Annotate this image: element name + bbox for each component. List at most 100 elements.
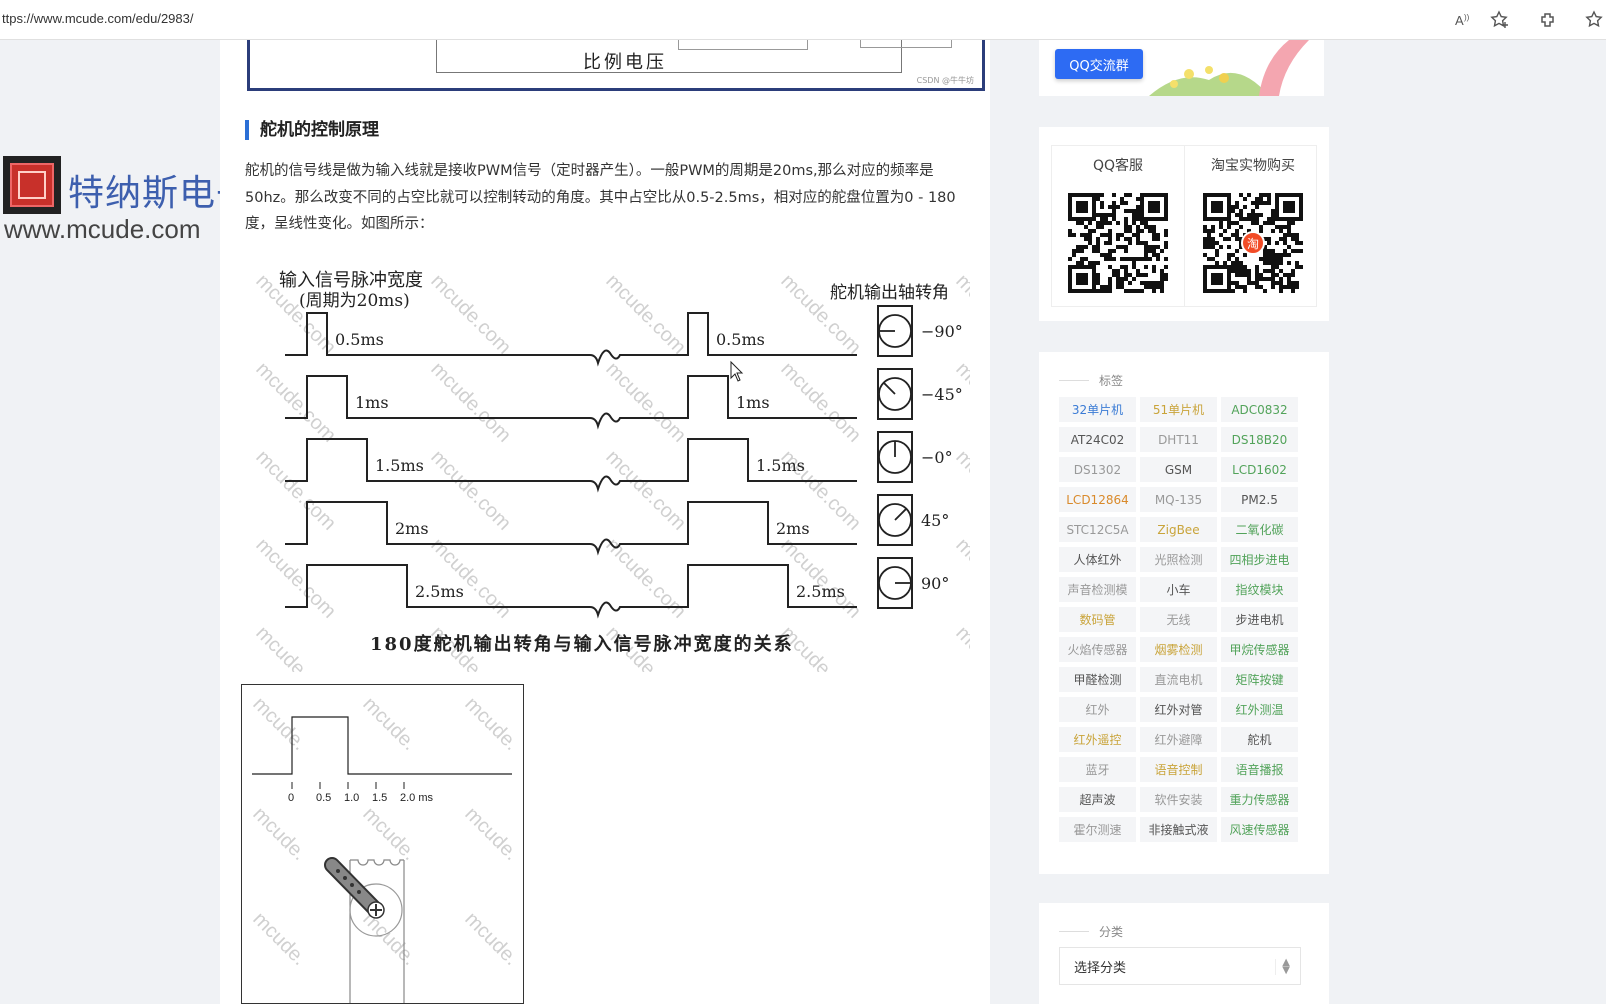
tag-link[interactable]: 声音检测模 — [1059, 577, 1136, 602]
tag-link[interactable]: 小车 — [1140, 577, 1217, 602]
watermark-text: mcude. — [248, 908, 310, 970]
output-angle-label: −45° — [921, 385, 963, 404]
pulse-width-label: 1.5ms — [375, 456, 424, 475]
tag-link[interactable]: GSM — [1140, 457, 1217, 482]
pulse-width-label: 2ms — [395, 519, 429, 538]
tag-link[interactable]: DS18B20 — [1221, 427, 1298, 452]
tag-link[interactable]: 红外避障 — [1140, 727, 1217, 752]
tag-link[interactable]: ADC0832 — [1221, 397, 1298, 422]
tag-link[interactable]: 重力传感器 — [1221, 787, 1298, 812]
tag-link[interactable]: 二氧化碳 — [1221, 517, 1298, 542]
output-angle-label: 45° — [921, 511, 949, 530]
tag-link[interactable]: 人体红外 — [1059, 547, 1136, 572]
tag-link[interactable]: AT24C02 — [1059, 427, 1136, 452]
taobao-badge: 淘 — [1241, 231, 1265, 255]
select-arrow-icon: ▲ ▼ — [1275, 958, 1290, 976]
watermark-text: mcude.com — [251, 534, 340, 623]
watermark-text: mcude. — [358, 908, 420, 970]
favorites-icon[interactable] — [1584, 8, 1606, 32]
pulse-width-label: 1.5ms — [756, 456, 805, 475]
watermark-text: mcude.com — [776, 534, 865, 623]
pulse-width-label: 0.5ms — [716, 330, 765, 349]
figure-caption: 比例电压 — [583, 52, 667, 73]
tag-link[interactable]: 风速传感器 — [1221, 817, 1298, 842]
output-angle-label: 90° — [921, 574, 949, 593]
site-logo[interactable]: 特纳斯电子 www.mcude.com — [0, 150, 252, 250]
tag-link[interactable]: 舵机 — [1221, 727, 1298, 752]
tag-link[interactable]: 甲烷传感器 — [1221, 637, 1298, 662]
svg-text:)): )) — [1464, 13, 1470, 22]
svg-text:A: A — [1455, 13, 1464, 28]
tag-link[interactable]: PM2.5 — [1221, 487, 1298, 512]
tag-link[interactable]: STC12C5A — [1059, 517, 1136, 542]
category-select[interactable]: 选择分类 ▲ ▼ — [1059, 947, 1301, 985]
mouse-cursor-icon — [730, 360, 744, 382]
address-bar[interactable]: ttps://www.mcude.com/edu/2983/ — [2, 11, 193, 26]
tag-link[interactable]: 语音播报 — [1221, 757, 1298, 782]
tag-link[interactable]: 直流电机 — [1140, 667, 1217, 692]
watermark-text: mcude.com — [426, 446, 515, 535]
taobao-title: 淘宝实物购买 — [1211, 158, 1295, 174]
tag-link[interactable]: 软件安装 — [1140, 787, 1217, 812]
tag-link[interactable]: LCD1602 — [1221, 457, 1298, 482]
read-aloud-icon[interactable]: A)) — [1452, 8, 1476, 32]
tag-link[interactable]: MQ-135 — [1140, 487, 1217, 512]
pulse-width-label: 0.5ms — [335, 330, 384, 349]
qr-divider — [1184, 145, 1185, 307]
tag-link[interactable]: 32单片机 — [1059, 397, 1136, 422]
watermark-text: mcude. — [460, 803, 522, 865]
tag-link[interactable]: 红外对管 — [1140, 697, 1217, 722]
servo-dial-needle — [883, 382, 896, 395]
figure-box — [678, 40, 808, 50]
banner-decoration-icon — [1149, 40, 1309, 96]
tag-link[interactable]: 蓝牙 — [1059, 757, 1136, 782]
output-angle-label: −90° — [921, 322, 963, 341]
tag-link[interactable]: DHT11 — [1140, 427, 1217, 452]
qq-qr-code[interactable] — [1068, 193, 1168, 293]
watermark-text: mcude. — [460, 908, 522, 970]
tag-link[interactable]: LCD12864 — [1059, 487, 1136, 512]
tag-link[interactable]: 数码管 — [1059, 607, 1136, 632]
tag-link[interactable]: ZigBee — [1140, 517, 1217, 542]
tag-link[interactable]: 51单片机 — [1140, 397, 1217, 422]
tag-cloud: 32单片机 51单片机 ADC0832 AT24C02 DHT11 DS18B20 DS13… — [1059, 397, 1301, 842]
tags-title-label: 标签 — [1099, 374, 1124, 388]
input-pulse-title: 输入信号脉冲宽度 — [279, 270, 423, 291]
tag-link[interactable]: 步进电机 — [1221, 607, 1298, 632]
tag-link[interactable]: 超声波 — [1059, 787, 1136, 812]
figure-box — [860, 40, 952, 48]
tag-link[interactable]: 霍尔测速 — [1059, 817, 1136, 842]
watermark-text: mcude. — [460, 693, 522, 755]
figure-caption: 180度舵机输出转角与输入信号脉冲宽度的关系 — [370, 633, 794, 655]
tag-link[interactable]: 烟雾检测 — [1140, 637, 1217, 662]
add-favorite-icon[interactable] — [1488, 8, 1512, 32]
pulse-width-label: 2ms — [776, 519, 810, 538]
watermark-text: mcude. — [248, 803, 310, 865]
tag-link[interactable]: DS1302 — [1059, 457, 1136, 482]
tag-link[interactable]: 无线 — [1140, 607, 1217, 632]
tag-link[interactable]: 矩阵按键 — [1221, 667, 1298, 692]
tag-link[interactable]: 四相步进电 — [1221, 547, 1298, 572]
tag-link[interactable]: 红外 — [1059, 697, 1136, 722]
tag-link[interactable]: 非接触式液 — [1140, 817, 1217, 842]
pwm-pulse-waveform — [285, 564, 857, 619]
output-angle-title: 舵机输出轴转角 — [830, 283, 949, 303]
taobao-badge-label: 淘 — [1246, 236, 1259, 251]
tag-link[interactable]: 语音控制 — [1140, 757, 1217, 782]
tag-link[interactable]: 甲醛检测 — [1059, 667, 1136, 692]
tag-link[interactable]: 红外测温 — [1221, 697, 1298, 722]
qq-group-button[interactable]: QQ交流群 — [1055, 49, 1143, 79]
tag-link[interactable]: 光照检测 — [1140, 547, 1217, 572]
watermark-text: mcude.com — [776, 358, 865, 447]
extensions-icon[interactable] — [1536, 8, 1560, 32]
tag-link[interactable]: 火焰传感器 — [1059, 637, 1136, 662]
tag-link[interactable]: 红外遥控 — [1059, 727, 1136, 752]
watermark-text: mcude.com — [426, 534, 515, 623]
servo-diagram-figure: mcude. mcude. mcude. mcude. mcude. mcude. mcud… — [241, 684, 524, 1004]
tag-link[interactable]: 指纹模块 — [1221, 577, 1298, 602]
tags-title: 标签 — [1059, 372, 1123, 389]
watermark-text: mcude.com — [426, 270, 515, 359]
axis-tick-label: 2.0 ms — [400, 792, 434, 804]
category-title: 分类 — [1059, 923, 1123, 940]
watermark-text: mcude.com — [951, 270, 970, 359]
